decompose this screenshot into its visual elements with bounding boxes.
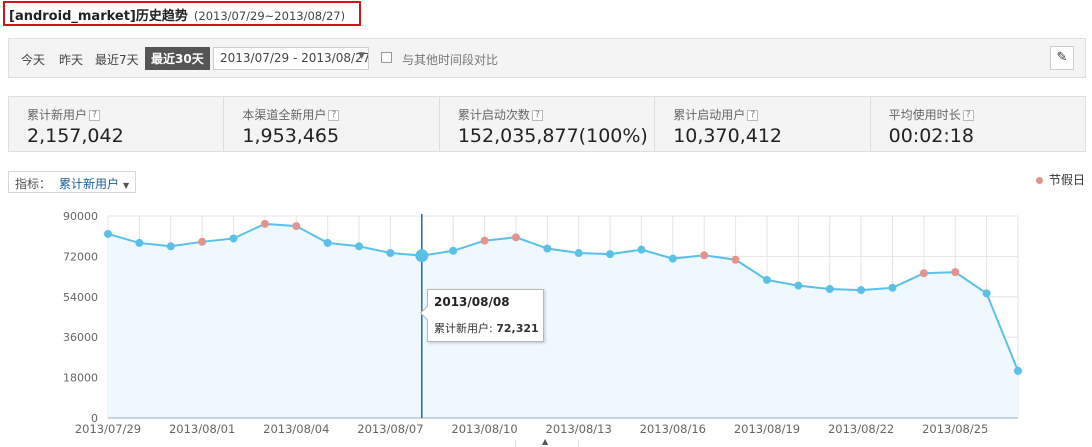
data-point xyxy=(543,244,552,253)
data-point xyxy=(919,269,928,278)
stat-value: 10,370,412 xyxy=(673,125,783,147)
data-point xyxy=(700,251,709,260)
x-tick-label: 2013/08/25 xyxy=(922,422,988,436)
data-point xyxy=(857,286,866,295)
data-point xyxy=(135,238,144,247)
stat-label: 累计启动次数 xyxy=(457,108,530,122)
title-suffix: 历史趋势 xyxy=(135,9,188,24)
y-tick-label: 18000 xyxy=(63,372,98,385)
stat-label: 平均使用时长 xyxy=(888,108,961,122)
stat-label: 累计新用户 xyxy=(27,108,88,122)
data-point xyxy=(198,237,207,246)
chevron-down-icon: ▼ xyxy=(123,181,130,190)
data-point xyxy=(415,249,429,263)
data-point xyxy=(951,268,960,277)
stat-total-launches: 累计启动次数? 152,035,877(100%) xyxy=(440,97,656,151)
chart-tooltip: 2013/08/08 累计新用户: 72,321 xyxy=(419,289,544,342)
holiday-legend-dot xyxy=(1036,177,1043,184)
page-title: [android_market]历史趋势 (2013/07/29~2013/08/… xyxy=(3,1,361,26)
help-icon[interactable]: ? xyxy=(747,110,759,121)
y-tick-label: 54000 xyxy=(63,291,98,304)
stat-value: 2,157,042 xyxy=(27,125,124,147)
data-point xyxy=(480,236,489,245)
tooltip-value: 72,321 xyxy=(496,322,539,335)
x-tick-label: 2013/07/29 xyxy=(75,422,141,436)
data-point xyxy=(292,222,301,231)
metric-value: 累计新用户 xyxy=(59,177,120,191)
data-point xyxy=(606,250,615,259)
metric-label: 指标： xyxy=(15,177,52,191)
stat-label: 累计启动用户 xyxy=(673,108,746,122)
x-tick-label: 2013/08/13 xyxy=(546,422,612,436)
data-point xyxy=(574,249,583,258)
last-30-days-button[interactable]: 最近30天 xyxy=(145,47,210,70)
help-icon[interactable]: ? xyxy=(328,110,340,121)
data-point xyxy=(794,281,803,290)
tooltip-label: 累计新用户: xyxy=(434,322,493,335)
data-point xyxy=(323,238,332,247)
tooltip-date: 2013/08/08 xyxy=(434,295,510,309)
data-point xyxy=(260,219,269,228)
data-point xyxy=(637,245,646,254)
stat-total-new-users: 累计新用户? 2,157,042 xyxy=(9,97,225,151)
data-point xyxy=(982,289,991,298)
stat-value: 00:02:18 xyxy=(888,125,974,147)
data-point xyxy=(668,254,677,263)
stat-avg-duration: 平均使用时长? 00:02:18 xyxy=(871,97,1085,151)
caret-up-icon[interactable]: ▲ xyxy=(542,437,548,446)
data-point xyxy=(825,284,834,293)
x-tick-label: 2013/08/16 xyxy=(640,422,706,436)
data-point xyxy=(731,255,740,264)
y-tick-label: 36000 xyxy=(63,331,98,344)
app-name: [android_market] xyxy=(9,9,136,24)
x-tick-label: 2013/08/04 xyxy=(263,422,329,436)
stat-value: 152,035,877(100%) xyxy=(457,125,648,147)
data-point xyxy=(511,233,520,242)
x-tick-label: 2013/08/22 xyxy=(828,422,894,436)
pin-icon: ✎ xyxy=(1056,50,1068,65)
help-icon[interactable]: ? xyxy=(531,110,543,121)
metric-selector[interactable]: 指标： 累计新用户 ▼ xyxy=(8,171,137,193)
data-point xyxy=(104,229,112,238)
holiday-legend-label: 节假日 xyxy=(1049,173,1086,187)
last-7-days-button[interactable]: 最近7天 xyxy=(95,51,139,68)
data-point xyxy=(762,275,771,284)
x-tick-label: 2013/08/10 xyxy=(451,422,517,436)
data-point xyxy=(1014,366,1022,375)
date-range-value: 2013/07/29 - 2013/08/27 xyxy=(220,51,369,65)
stat-label: 本渠道全新用户 xyxy=(242,108,327,122)
data-point xyxy=(449,246,458,255)
y-tick-label: 90000 xyxy=(63,210,98,223)
data-point xyxy=(355,242,364,251)
compare-checkbox[interactable] xyxy=(381,52,392,63)
stat-launch-users: 累计启动用户? 10,370,412 xyxy=(655,97,871,151)
stat-value: 1,953,465 xyxy=(242,125,340,147)
title-date-range: (2013/07/29~2013/08/27) xyxy=(193,9,346,23)
y-tick-label: 72000 xyxy=(63,250,98,263)
date-toolbar: 今天 昨天 最近7天 最近30天 2013/07/29 - 2013/08/27… xyxy=(8,38,1086,78)
data-point xyxy=(229,234,238,243)
data-point xyxy=(386,249,395,258)
data-point xyxy=(166,242,175,251)
trend-chart[interactable]: 018000360005400072000900002013/07/29 2013… xyxy=(0,200,1092,438)
x-tick-label: 2013/08/19 xyxy=(734,422,800,436)
compare-label: 与其他时间段对比 xyxy=(402,53,499,67)
date-range-input[interactable]: 2013/07/29 - 2013/08/27 ▼ xyxy=(213,47,369,70)
stat-channel-new-users: 本渠道全新用户? 1,953,465 xyxy=(224,97,440,151)
today-button[interactable]: 今天 xyxy=(21,51,45,68)
stats-panel: 累计新用户? 2,157,042 本渠道全新用户? 1,953,465 累计启动… xyxy=(8,96,1086,152)
data-point xyxy=(888,283,897,292)
help-icon[interactable]: ? xyxy=(962,110,974,121)
chart-legend: 节假日 xyxy=(1036,171,1085,188)
yesterday-button[interactable]: 昨天 xyxy=(59,51,83,68)
x-tick-label: 2013/08/01 xyxy=(169,422,235,436)
chevron-down-icon: ▼ xyxy=(358,51,365,61)
x-tick-label: 2013/08/07 xyxy=(357,422,423,436)
help-icon[interactable]: ? xyxy=(89,110,101,121)
pin-button[interactable]: ✎ xyxy=(1050,46,1074,70)
